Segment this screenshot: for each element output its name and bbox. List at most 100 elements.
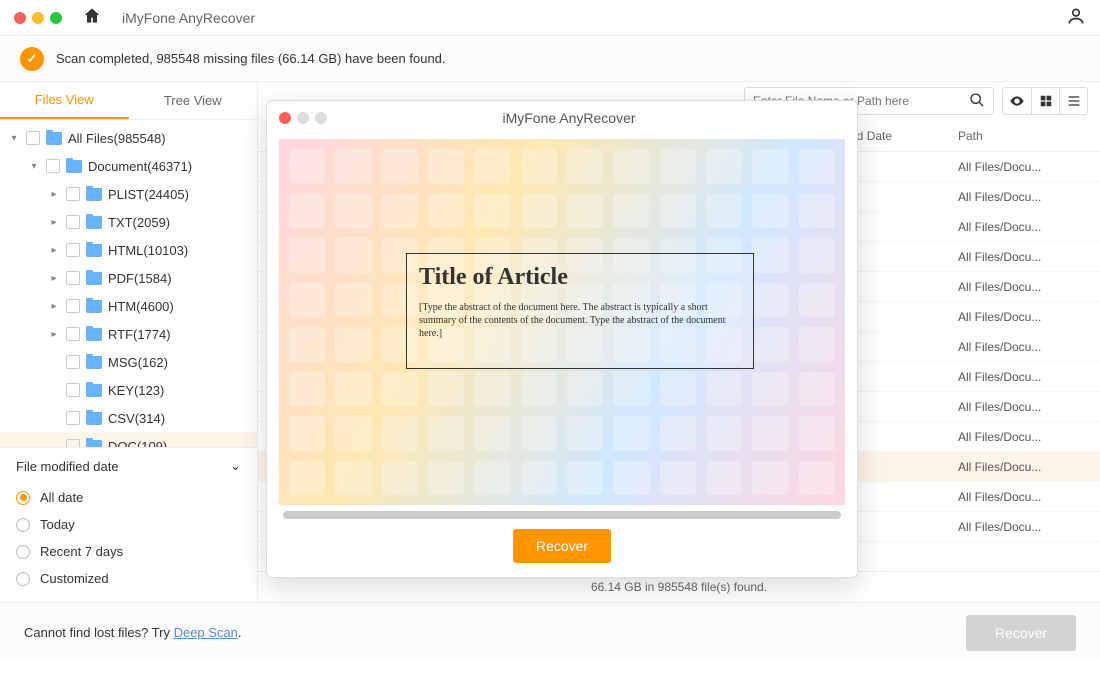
cell-path: All Files/Docu... — [958, 310, 1100, 324]
tree-item[interactable]: ▸ PDF(1584) — [0, 264, 257, 292]
minimize-window-icon[interactable] — [32, 12, 44, 24]
checkbox[interactable] — [66, 215, 80, 229]
checkbox[interactable] — [66, 355, 80, 369]
radio-icon[interactable] — [16, 545, 30, 559]
cell-path: All Files/Docu... — [958, 220, 1100, 234]
preview-maximize-icon[interactable] — [315, 112, 327, 124]
preview-scrollbar[interactable] — [283, 511, 841, 519]
preview-titlebar: iMyFone AnyRecover — [267, 101, 857, 135]
cell-path: All Files/Docu... — [958, 190, 1100, 204]
close-window-icon[interactable] — [14, 12, 26, 24]
folder-icon — [86, 356, 102, 369]
checkbox[interactable] — [66, 327, 80, 341]
filter-option[interactable]: All date — [16, 484, 241, 511]
preview-title: iMyFone AnyRecover — [347, 110, 791, 126]
filter-header[interactable]: File modified date ⌄ — [16, 458, 241, 474]
tree-label: Document(46371) — [88, 159, 192, 174]
preview-recover-button[interactable]: Recover — [513, 529, 611, 563]
preview-close-icon[interactable] — [279, 112, 291, 124]
caret-icon[interactable]: ▾ — [28, 161, 40, 172]
checkbox[interactable] — [26, 131, 40, 145]
filter-panel: File modified date ⌄ All date TodayRecent… — [0, 447, 257, 602]
caret-icon[interactable]: ▸ — [48, 245, 60, 256]
filter-option[interactable]: Customized — [16, 565, 241, 592]
maximize-window-icon[interactable] — [50, 12, 62, 24]
grid-icon[interactable] — [1031, 88, 1059, 114]
cell-path: All Files/Docu... — [958, 160, 1100, 174]
checkbox[interactable] — [46, 159, 60, 173]
tree-item[interactable]: ▸HTM(4600) — [0, 292, 257, 320]
status-bar: ✓ Scan completed, 985548 missing files (… — [0, 36, 1100, 82]
checkbox[interactable] — [66, 383, 80, 397]
tree-item[interactable]: ▸TXT(2059) — [0, 208, 257, 236]
folder-icon — [86, 300, 102, 313]
home-icon[interactable] — [82, 6, 102, 29]
tree-label: RTF(1774) — [108, 327, 171, 342]
folder-icon — [66, 160, 82, 173]
filter-option[interactable]: Today — [16, 511, 241, 538]
folder-icon — [86, 440, 102, 448]
caret-icon[interactable]: ▸ — [48, 189, 60, 200]
tree-item[interactable]: ▸HTML(10103) — [0, 236, 257, 264]
checkbox[interactable] — [66, 271, 80, 285]
search-icon[interactable] — [969, 92, 985, 111]
tree-label: PLIST(24405) — [108, 187, 189, 202]
window-controls — [14, 12, 62, 24]
col-path[interactable]: Path — [958, 129, 1100, 143]
sidebar: Files View Tree View ▾All Files(985548)▾… — [0, 82, 258, 602]
checkbox[interactable] — [66, 439, 80, 447]
titlebar: iMyFone AnyRecover — [0, 0, 1100, 36]
tree-label: DOC(109) — [108, 439, 167, 448]
tree-item[interactable]: DOC(109) — [0, 432, 257, 447]
radio-icon[interactable] — [16, 518, 30, 532]
app-title: iMyFone AnyRecover — [122, 10, 255, 26]
status-text: Scan completed, 985548 missing files (66… — [56, 51, 446, 66]
user-icon[interactable] — [1066, 6, 1086, 29]
caret-icon[interactable]: ▸ — [48, 273, 60, 284]
eye-icon[interactable] — [1003, 88, 1031, 114]
file-tree[interactable]: ▾ All Files(985548) ▾ Document(46371) ▸ PLIST… — [0, 120, 257, 447]
tree-label: CSV(314) — [108, 411, 165, 426]
tree-label: MSG(162) — [108, 355, 168, 370]
checkbox[interactable] — [66, 411, 80, 425]
cell-path: All Files/Docu... — [958, 400, 1100, 414]
cell-path: All Files/Docu... — [958, 460, 1100, 474]
checkbox[interactable] — [66, 243, 80, 257]
doc-title: Title of Article — [419, 264, 741, 291]
tree-item[interactable]: ▾ All Files(985548) — [0, 124, 257, 152]
tree-item[interactable]: ▾ Document(46371) — [0, 152, 257, 180]
radio-icon[interactable] — [16, 491, 30, 505]
filter-label: All date — [40, 490, 83, 505]
filter-option[interactable]: Recent 7 days — [16, 538, 241, 565]
preview-minimize-icon[interactable] — [297, 112, 309, 124]
tree-item[interactable]: CSV(314) — [0, 404, 257, 432]
tree-item[interactable]: ▸ PLIST(24405) — [0, 180, 257, 208]
caret-icon[interactable]: ▸ — [48, 301, 60, 312]
cell-path: All Files/Docu... — [958, 490, 1100, 504]
filter-label: Customized — [40, 571, 109, 586]
caret-icon[interactable]: ▸ — [48, 329, 60, 340]
recover-button[interactable]: Recover — [966, 615, 1076, 651]
tree-item[interactable]: KEY(123) — [0, 376, 257, 404]
folder-icon — [86, 216, 102, 229]
deep-scan-link[interactable]: Deep Scan — [174, 625, 238, 640]
cell-path: All Files/Docu... — [958, 250, 1100, 264]
doc-abstract: [Type the abstract of the document here.… — [419, 301, 741, 340]
list-icon[interactable] — [1059, 88, 1087, 114]
caret-icon[interactable]: ▾ — [8, 133, 20, 144]
cell-path: All Files/Docu... — [958, 520, 1100, 534]
checkbox[interactable] — [66, 187, 80, 201]
tree-label: All Files(985548) — [68, 131, 166, 146]
tree-item[interactable]: MSG(162) — [0, 348, 257, 376]
caret-icon[interactable]: ▸ — [48, 217, 60, 228]
cell-path: All Files/Docu... — [958, 430, 1100, 444]
radio-icon[interactable] — [16, 572, 30, 586]
checkbox[interactable] — [66, 299, 80, 313]
preview-document: Title of Article [Type the abstract of t… — [406, 253, 754, 369]
tab-files-view[interactable]: Files View — [0, 82, 129, 119]
preview-window: iMyFone AnyRecover Title of Article [Typ… — [266, 100, 858, 578]
check-icon: ✓ — [20, 47, 44, 71]
tab-tree-view[interactable]: Tree View — [129, 82, 258, 119]
tree-label: PDF(1584) — [108, 271, 172, 286]
tree-item[interactable]: ▸ RTF(1774) — [0, 320, 257, 348]
